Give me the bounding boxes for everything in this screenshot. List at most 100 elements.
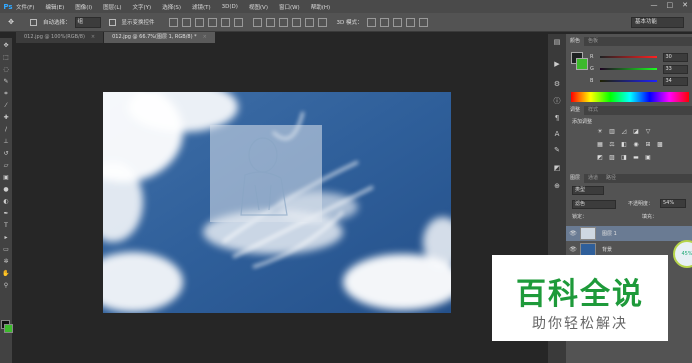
- blue-slider-bar[interactable]: [599, 80, 657, 82]
- show-transform-checkbox[interactable]: [108, 18, 116, 26]
- blue-slider[interactable]: B 34: [590, 76, 688, 86]
- dodge-tool-icon[interactable]: ◐: [2, 198, 10, 206]
- menu-window[interactable]: 窗口(W): [279, 3, 300, 11]
- character-icon[interactable]: A: [552, 130, 562, 138]
- path-select-tool-icon[interactable]: ▸: [2, 234, 10, 242]
- brightness-icon[interactable]: ☀: [596, 128, 604, 135]
- tab-layers[interactable]: 图层: [566, 174, 585, 183]
- posterize-icon[interactable]: ▨: [608, 154, 616, 161]
- marquee-tool-icon[interactable]: ⬚: [2, 54, 10, 62]
- clone-source-icon[interactable]: ⊕: [552, 182, 562, 190]
- history-icon[interactable]: ▤: [552, 38, 562, 46]
- type-tool-icon[interactable]: T: [2, 222, 10, 230]
- auto-select-checkbox[interactable]: [30, 18, 37, 26]
- visibility-eye-icon[interactable]: 👁: [566, 230, 580, 237]
- align-middle-icon[interactable]: [181, 17, 191, 27]
- tab-document-2[interactable]: 012.jpg @ 66.7%(图层 1, RGB/8) * ×: [104, 32, 215, 43]
- menu-type[interactable]: 文字(Y): [133, 3, 152, 11]
- clone-stamp-icon[interactable]: ⊥: [2, 138, 10, 146]
- opacity-field[interactable]: 54%: [660, 199, 686, 208]
- move-tool-icon[interactable]: ✥: [0, 18, 22, 26]
- distribute-bottom-icon[interactable]: [278, 17, 288, 27]
- 3d-slide-icon[interactable]: [405, 17, 415, 27]
- menu-3d[interactable]: 3D(D): [222, 4, 238, 10]
- actions-icon[interactable]: ▶: [552, 60, 562, 68]
- minimize-button[interactable]: —: [651, 1, 658, 9]
- history-brush-icon[interactable]: ↺: [2, 150, 10, 158]
- distribute-center-icon[interactable]: [304, 17, 314, 27]
- menu-view[interactable]: 视图(V): [249, 3, 268, 11]
- tab-color[interactable]: 颜色: [566, 37, 585, 46]
- exposure-icon[interactable]: ◪: [632, 128, 640, 135]
- align-top-icon[interactable]: [168, 17, 178, 27]
- healing-brush-icon[interactable]: ✚: [2, 114, 10, 122]
- brush-presets-icon[interactable]: ✎: [552, 146, 562, 154]
- tab-document-1[interactable]: 012.jpg @ 100%(RGB/8) ×: [16, 32, 104, 43]
- properties-icon[interactable]: ⚙: [552, 80, 562, 88]
- threshold-icon[interactable]: ◨: [620, 154, 628, 161]
- shape-tool-icon[interactable]: ▭: [2, 246, 10, 254]
- menu-select[interactable]: 选择(S): [162, 3, 181, 11]
- move-tool-icon[interactable]: ✥: [2, 42, 10, 50]
- auto-select-dropdown[interactable]: 组: [74, 16, 101, 28]
- red-slider[interactable]: R 30: [590, 52, 688, 62]
- 3d-tool-icon[interactable]: ✲: [2, 258, 10, 266]
- background-color-swatch[interactable]: [4, 324, 13, 333]
- menu-help[interactable]: 帮助(H): [311, 3, 330, 11]
- close-button[interactable]: ✕: [682, 1, 688, 9]
- menu-file[interactable]: 文件(F): [16, 3, 34, 11]
- vibrance-icon[interactable]: ▽: [644, 128, 652, 135]
- layer-row-layer1[interactable]: 👁 图层 1: [566, 226, 692, 241]
- menu-edit[interactable]: 编辑(E): [45, 3, 64, 11]
- crop-tool-icon[interactable]: ⌗: [2, 90, 10, 98]
- tab-channels[interactable]: 通道: [584, 174, 602, 183]
- hue-saturation-icon[interactable]: ▦: [596, 141, 604, 148]
- green-slider-bar[interactable]: [599, 68, 657, 70]
- visibility-eye-icon[interactable]: 👁: [566, 246, 580, 253]
- tab-close-icon[interactable]: ×: [203, 34, 207, 40]
- quick-select-tool-icon[interactable]: ✎: [2, 78, 10, 86]
- blur-tool-icon[interactable]: ●: [2, 186, 10, 194]
- align-left-icon[interactable]: [207, 17, 217, 27]
- color-balance-icon[interactable]: ⚖: [608, 141, 616, 148]
- curves-icon[interactable]: ◿: [620, 128, 628, 135]
- distribute-middle-icon[interactable]: [265, 17, 275, 27]
- paragraph-icon[interactable]: ¶: [552, 114, 562, 122]
- info-icon[interactable]: ⓘ: [552, 96, 562, 106]
- menu-layer[interactable]: 图层(L): [103, 3, 121, 11]
- 3d-roll-icon[interactable]: [379, 17, 389, 27]
- distribute-right-icon[interactable]: [317, 17, 327, 27]
- workspace-dropdown[interactable]: 基本功能: [631, 17, 684, 28]
- green-value-field[interactable]: 33: [662, 64, 688, 74]
- 3d-scale-icon[interactable]: [418, 17, 428, 27]
- menu-filter[interactable]: 滤镜(T): [192, 3, 211, 11]
- color-spectrum-bar[interactable]: [571, 92, 689, 102]
- brush-tool-icon[interactable]: ∕: [2, 126, 10, 134]
- red-slider-bar[interactable]: [599, 56, 657, 58]
- tab-adjustments[interactable]: 调整: [566, 106, 585, 115]
- selective-color-icon[interactable]: ▣: [644, 154, 652, 161]
- tab-paths[interactable]: 路径: [602, 174, 620, 183]
- color-lookup-icon[interactable]: ▩: [656, 141, 664, 148]
- blend-mode-dropdown[interactable]: 滤色: [572, 200, 616, 209]
- 3d-pan-icon[interactable]: [392, 17, 402, 27]
- channel-mixer-icon[interactable]: ⊞: [644, 141, 652, 148]
- maximize-button[interactable]: □: [667, 1, 674, 9]
- red-value-field[interactable]: 30: [662, 52, 688, 62]
- blue-value-field[interactable]: 34: [662, 76, 688, 86]
- green-slider[interactable]: G 33: [590, 64, 688, 74]
- gradient-tool-icon[interactable]: ▣: [2, 174, 10, 182]
- tab-close-icon[interactable]: ×: [91, 34, 95, 40]
- photo-filter-icon[interactable]: ◉: [632, 141, 640, 148]
- distribute-left-icon[interactable]: [291, 17, 301, 27]
- black-white-icon[interactable]: ◧: [620, 141, 628, 148]
- menu-image[interactable]: 图像(I): [75, 3, 92, 11]
- tab-styles[interactable]: 样式: [584, 106, 602, 115]
- 3d-rotate-icon[interactable]: [366, 17, 376, 27]
- align-center-icon[interactable]: [220, 17, 230, 27]
- lasso-tool-icon[interactable]: ◌: [2, 66, 10, 74]
- eraser-tool-icon[interactable]: ▱: [2, 162, 10, 170]
- distribute-top-icon[interactable]: [252, 17, 262, 27]
- tab-swatches[interactable]: 色板: [584, 37, 602, 46]
- background-color-swatch[interactable]: [576, 58, 588, 70]
